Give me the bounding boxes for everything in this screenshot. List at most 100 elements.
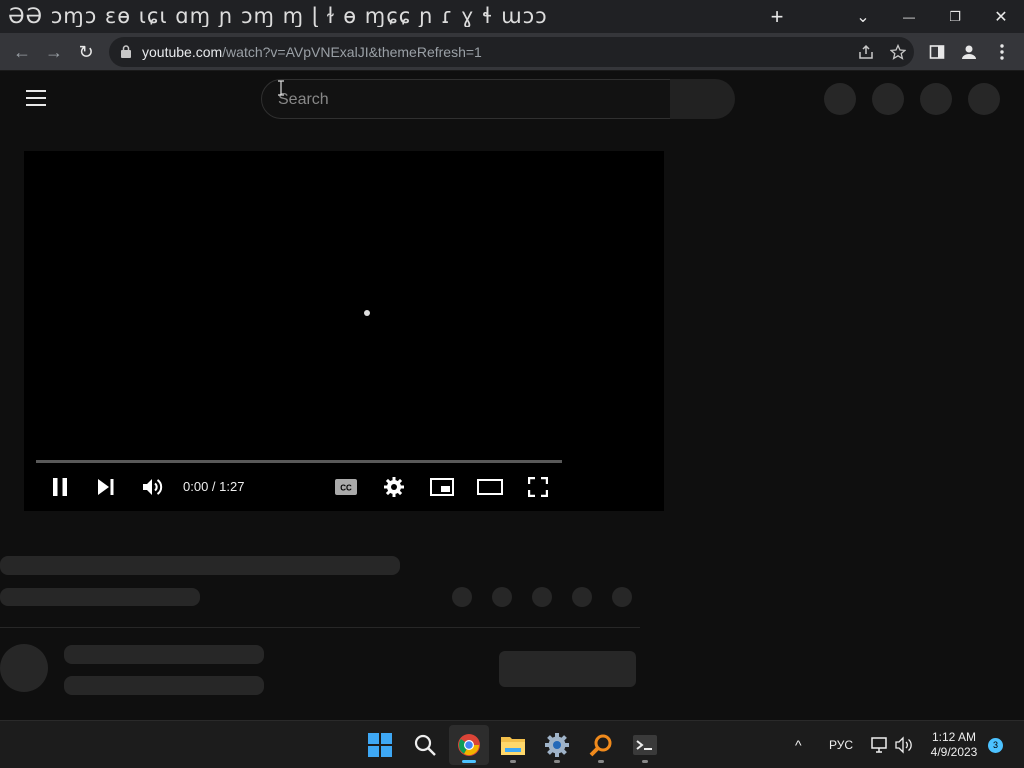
search-input[interactable] <box>278 89 658 111</box>
forward-button[interactable]: → <box>39 37 69 67</box>
url-host: youtube.com <box>142 44 223 60</box>
header-placeholder-circle <box>872 83 904 115</box>
plus-icon: + <box>770 3 784 29</box>
settings-gear-icon <box>545 733 569 757</box>
clock-time: 1:12 AM <box>931 730 977 744</box>
header-placeholder-circle <box>824 83 856 115</box>
close-window-button[interactable]: ✕ <box>978 0 1024 33</box>
next-button[interactable] <box>92 473 120 501</box>
title-skeleton <box>0 556 400 575</box>
header-placeholder-circle <box>920 83 952 115</box>
close-icon: ✕ <box>994 8 1008 26</box>
share-icon[interactable] <box>856 42 876 62</box>
search-icon <box>414 734 436 756</box>
terminal-icon <box>633 735 657 755</box>
subtitle-skeleton <box>0 588 200 606</box>
url-text[interactable]: youtube.com/watch?v=AVpVNExalJI&themeRef… <box>142 44 482 60</box>
skip-next-icon <box>98 479 114 495</box>
volume-button[interactable] <box>139 473 167 501</box>
volume-icon <box>143 479 163 495</box>
action-placeholder-circle <box>452 587 472 607</box>
app-running-indicator <box>642 760 648 763</box>
language-indicator[interactable]: РУС <box>829 738 853 752</box>
clock[interactable]: 1:12 AM 4/9/2023 <box>924 730 984 760</box>
magnifier-icon <box>589 734 612 757</box>
tray-overflow-button[interactable]: ^ <box>795 737 802 753</box>
terminal-taskbar-app[interactable] <box>625 725 665 765</box>
minimize-icon: — <box>903 9 915 24</box>
notification-badge[interactable]: 3 <box>988 738 1003 753</box>
video-player[interactable]: 0:00 / 1:27 CC <box>24 151 664 511</box>
settings-button[interactable] <box>380 473 408 501</box>
profile-button[interactable] <box>954 37 984 67</box>
time-display: 0:00 / 1:27 <box>183 479 245 494</box>
arrow-right-icon: → <box>45 41 63 62</box>
fullscreen-button[interactable] <box>524 473 552 501</box>
progress-bar[interactable] <box>36 460 562 463</box>
action-placeholder-circle <box>532 587 552 607</box>
search-tool-taskbar-app[interactable] <box>581 725 621 765</box>
bookmark-star-icon[interactable] <box>888 42 908 62</box>
subscribe-button-skeleton <box>499 651 636 687</box>
svg-text:CC: CC <box>340 484 352 493</box>
pause-icon <box>53 478 67 496</box>
subtitles-button[interactable]: CC <box>332 473 360 501</box>
new-tab-button[interactable]: + <box>754 0 800 33</box>
side-panel-button[interactable] <box>922 37 952 67</box>
divider <box>0 627 640 628</box>
side-panel-icon <box>929 45 945 59</box>
restore-button[interactable]: ❐ <box>932 0 978 33</box>
browser-toolbar: ← → ↻ youtube.com/watch?v=AVpVNExalJI&th… <box>0 33 1024 71</box>
action-placeholder-circle <box>492 587 512 607</box>
settings-taskbar-app[interactable] <box>537 725 577 765</box>
app-running-indicator <box>510 760 516 763</box>
text-cursor-icon <box>278 80 284 96</box>
profile-icon <box>962 45 976 59</box>
url-path: /watch?v=AVpVNExalJI&themeRefresh=1 <box>222 44 482 60</box>
chrome-taskbar-app[interactable] <box>449 725 489 765</box>
app-running-indicator <box>554 760 560 763</box>
channel-meta-skeleton <box>64 676 264 695</box>
search-box <box>261 79 671 119</box>
menu-icon[interactable] <box>26 90 46 106</box>
theater-mode-icon <box>477 479 503 495</box>
lock-icon <box>121 45 131 58</box>
tab-title[interactable]: ƏƏ ɔɱɔ ɛɵ ɩɕɩ ɑɱ ɲ ɔɱ ɱ ɭ ɫ ɵ ɱɕɕ ɲ ɾ ɣ … <box>8 5 748 27</box>
loading-spinner <box>364 310 370 316</box>
channel-avatar-skeleton <box>0 644 48 692</box>
chevron-down-icon: ⌄ <box>856 8 870 26</box>
reload-button[interactable]: ↻ <box>71 37 101 67</box>
fullscreen-icon <box>528 477 548 497</box>
arrow-left-icon: ← <box>13 41 31 62</box>
back-button[interactable]: ← <box>7 37 37 67</box>
tab-search-button[interactable]: ⌄ <box>840 0 886 33</box>
folder-icon <box>501 737 525 755</box>
browser-menu-button[interactable] <box>987 37 1017 67</box>
theater-mode-button[interactable] <box>476 473 504 501</box>
pause-button[interactable] <box>46 473 74 501</box>
speaker-icon[interactable] <box>895 736 913 759</box>
file-explorer-taskbar-app[interactable] <box>493 725 533 765</box>
action-placeholder-circle <box>572 587 592 607</box>
action-placeholder-circle <box>612 587 632 607</box>
search-taskbar-button[interactable] <box>405 725 445 765</box>
windows-logo-icon <box>368 733 392 757</box>
channel-name-skeleton <box>64 645 264 664</box>
start-button[interactable] <box>360 725 400 765</box>
app-running-indicator <box>598 760 604 763</box>
gear-icon <box>384 477 404 497</box>
search-button[interactable] <box>670 79 735 119</box>
restore-icon: ❐ <box>949 8 961 24</box>
miniplayer-button[interactable] <box>428 473 456 501</box>
minimize-button[interactable]: — <box>886 0 932 33</box>
active-app-indicator <box>462 760 476 763</box>
header-placeholder-circle <box>968 83 1000 115</box>
network-icon[interactable] <box>870 736 888 759</box>
browser-tab-strip: ƏƏ ɔɱɔ ɛɵ ɩɕɩ ɑɱ ɲ ɔɱ ɱ ɭ ɫ ɵ ɱɕɕ ɲ ɾ ɣ … <box>0 0 1024 33</box>
taskbar: ^ РУС 1:12 AM 4/9/2023 3 <box>0 720 1024 768</box>
address-bar[interactable]: youtube.com/watch?v=AVpVNExalJI&themeRef… <box>109 37 914 67</box>
more-vertical-icon <box>1000 44 1004 60</box>
chrome-icon <box>458 734 480 756</box>
miniplayer-icon <box>430 478 454 496</box>
reload-icon: ↻ <box>78 41 94 62</box>
